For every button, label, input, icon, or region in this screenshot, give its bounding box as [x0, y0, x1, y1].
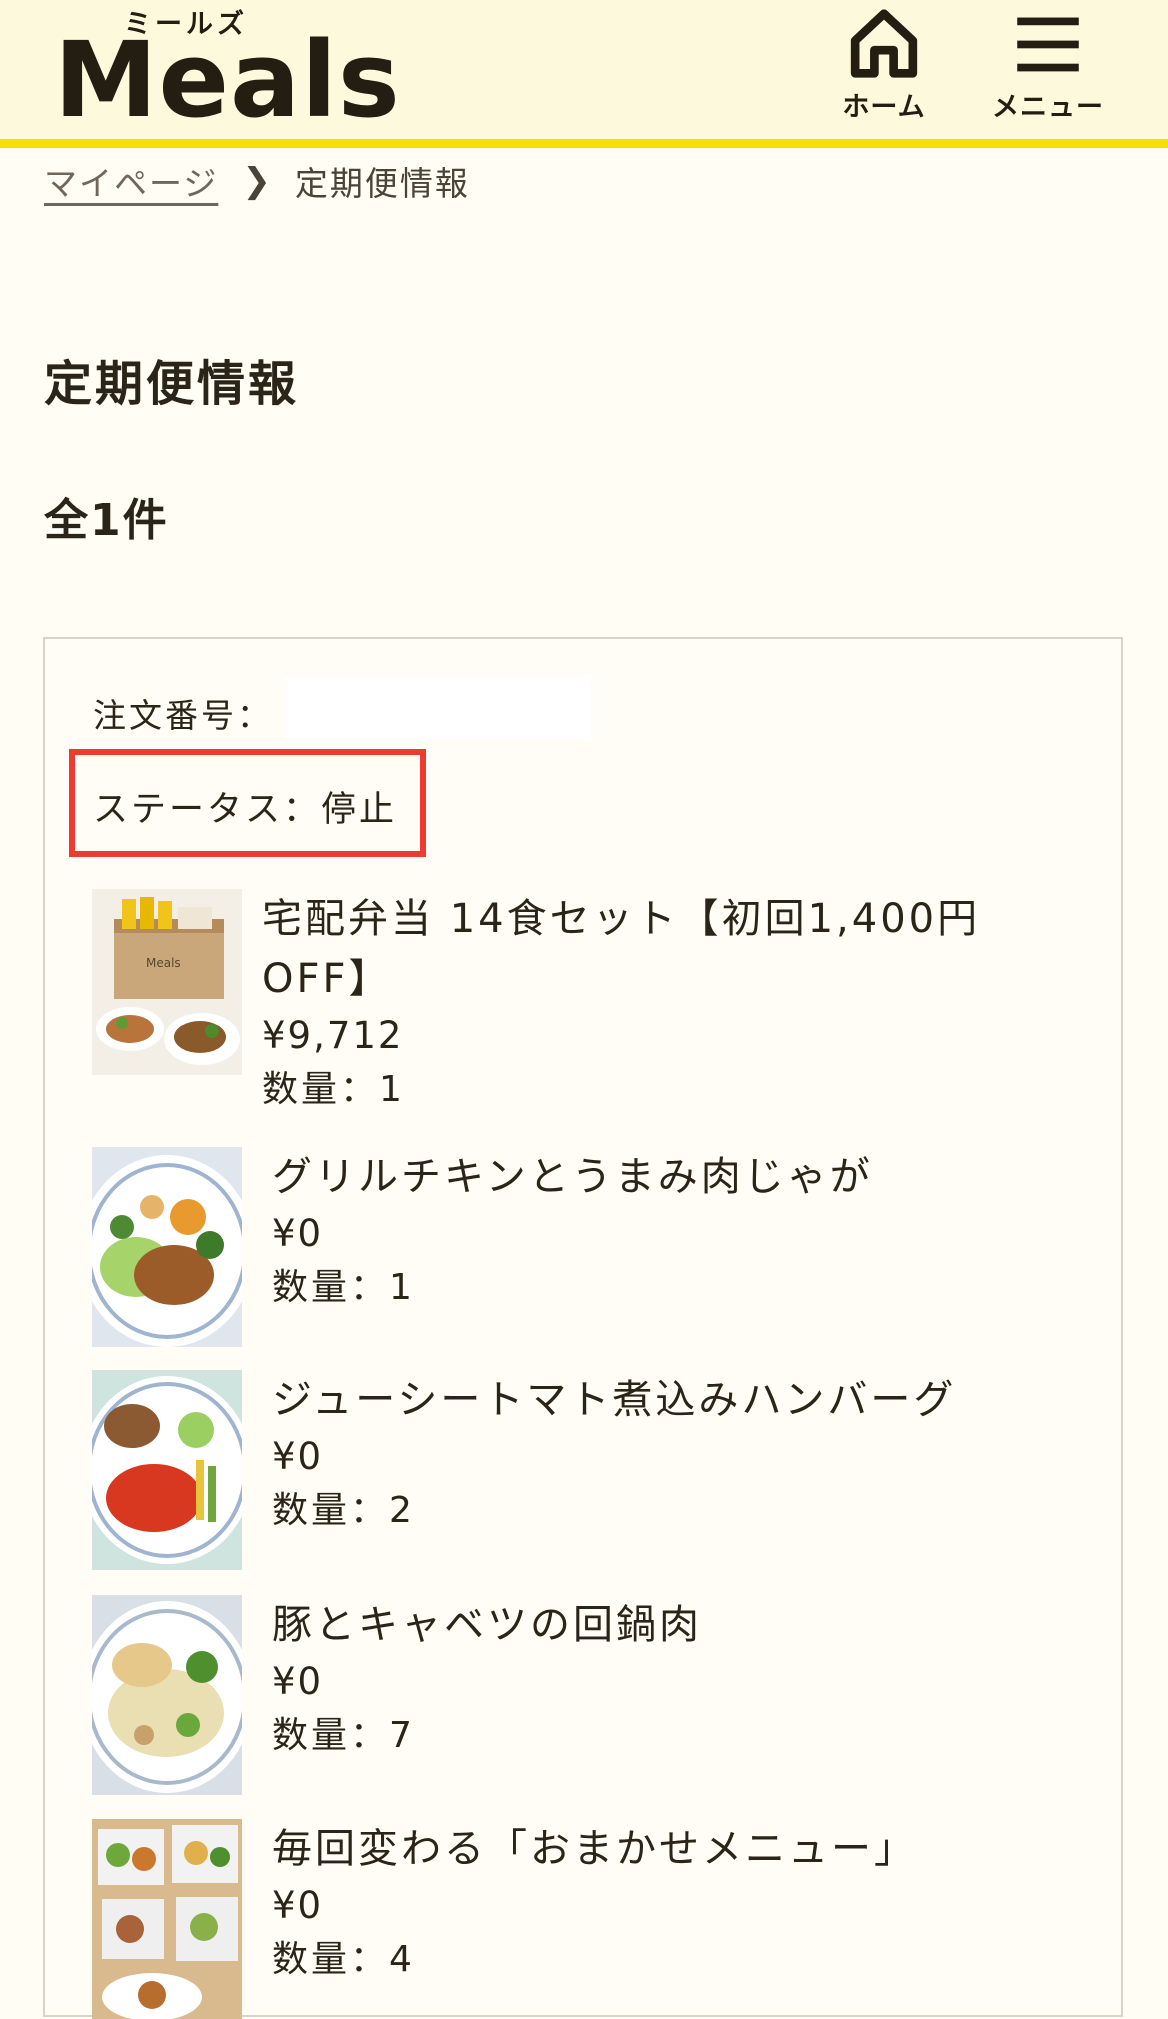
item-quantity: 数量：4 [272, 1939, 415, 1980]
item-thumbnail [92, 1147, 242, 1347]
item-price: ¥0 [272, 1660, 324, 1703]
item-price: ¥9,712 [262, 1014, 404, 1057]
page-title: 定期便情報 [44, 356, 300, 412]
home-icon [850, 9, 918, 78]
item-thumbnail [92, 1595, 242, 1795]
item-quantity: 数量：7 [272, 1715, 415, 1756]
chevron-right-icon: ❯ [242, 161, 273, 201]
item-thumbnail: Meals [92, 889, 242, 1075]
item-thumbnail [92, 1819, 242, 2019]
home-button[interactable]: ホーム [814, 6, 954, 124]
breadcrumb-current: 定期便情報 [294, 164, 470, 203]
menu-label: メニュー [992, 92, 1104, 123]
site-logo[interactable]: Meals [54, 28, 401, 132]
item-thumbnail [92, 1370, 242, 1570]
site-header: ミールズ Meals ホーム メニュー [0, 0, 1168, 148]
svg-text:Meals: Meals [146, 956, 181, 970]
item-quantity: 数量：1 [272, 1267, 415, 1308]
menu-button[interactable]: メニュー [978, 6, 1118, 124]
item-price: ¥0 [272, 1212, 324, 1255]
item-name: 毎回変わる「おまかせメニュー」 [272, 1826, 917, 1872]
item-price: ¥0 [272, 1435, 324, 1478]
item-quantity: 数量：2 [272, 1490, 415, 1531]
item-quantity: 数量：1 [262, 1069, 405, 1110]
result-count: 全1件 [44, 495, 169, 546]
home-label: ホーム [842, 92, 926, 123]
hamburger-icon [1017, 17, 1079, 72]
breadcrumb-mypage-link[interactable]: マイページ [44, 157, 218, 205]
item-price: ¥0 [272, 1884, 324, 1927]
item-name: 豚とキャベツの回鍋肉 [272, 1602, 702, 1648]
order-number-redaction [285, 677, 591, 739]
item-name: 宅配弁当 14食セット【初回1,400円OFF】 [262, 896, 981, 1002]
status-text: ステータス：停止 [93, 790, 398, 830]
subscription-card: 注文番号： ステータス：停止 Meals 宅配弁当 14食セット【初回1,400… [43, 637, 1123, 2019]
order-number-label: 注文番号： [93, 696, 273, 735]
item-name: ジューシートマト煮込みハンバーグ [272, 1377, 957, 1423]
item-name: グリルチキンとうまみ肉じゃが [272, 1154, 873, 1200]
breadcrumb: マイページ ❯ 定期便情報 [44, 158, 470, 204]
